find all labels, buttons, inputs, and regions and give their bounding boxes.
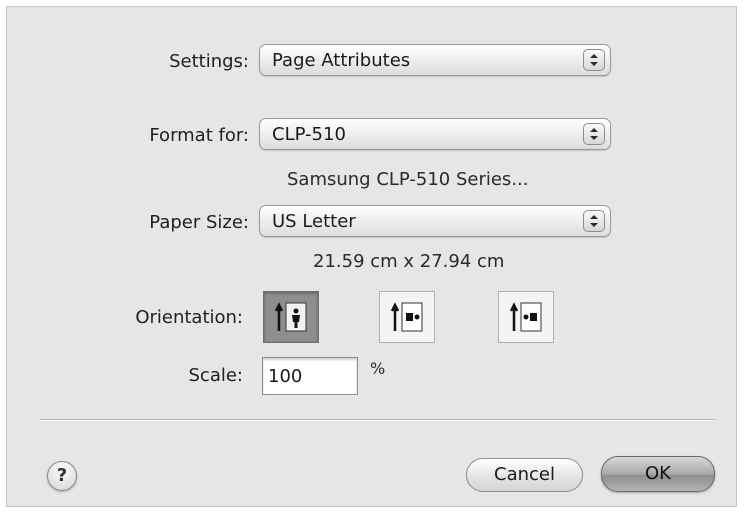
help-button[interactable]: ? xyxy=(47,461,77,491)
format-for-popup[interactable]: CLP-510 xyxy=(259,118,611,150)
format-for-popup-arrows-icon xyxy=(583,123,605,145)
cancel-button[interactable]: Cancel xyxy=(466,458,583,492)
landscape-right-orientation-button[interactable] xyxy=(498,291,554,343)
scale-input[interactable] xyxy=(262,357,358,395)
settings-value: Page Attributes xyxy=(272,50,411,71)
paper-dimensions: 21.59 cm x 27.94 cm xyxy=(313,251,505,272)
scale-unit: % xyxy=(370,359,386,378)
landscape-left-orientation-button[interactable] xyxy=(379,291,435,343)
format-for-label: Format for: xyxy=(149,125,249,146)
format-for-value: CLP-510 xyxy=(272,124,346,145)
settings-popup-arrows-icon xyxy=(583,49,605,71)
landscape-right-orientation-icon xyxy=(509,302,542,332)
settings-popup[interactable]: Page Attributes xyxy=(259,44,611,76)
paper-size-popup-arrows-icon xyxy=(583,210,605,232)
paper-size-popup[interactable]: US Letter xyxy=(259,205,611,237)
portrait-orientation-button[interactable] xyxy=(263,291,319,343)
paper-size-value: US Letter xyxy=(272,211,356,232)
landscape-left-orientation-icon xyxy=(390,302,423,332)
ok-button[interactable]: OK xyxy=(601,456,715,492)
settings-label: Settings: xyxy=(169,51,249,72)
page-setup-dialog: Settings: Page Attributes Format for: CL… xyxy=(6,6,737,507)
scale-label: Scale: xyxy=(188,365,244,386)
printer-description: Samsung CLP-510 Series... xyxy=(287,169,529,190)
divider xyxy=(39,419,715,421)
portrait-orientation-icon xyxy=(274,302,307,332)
orientation-label: Orientation: xyxy=(135,307,243,328)
paper-size-label: Paper Size: xyxy=(149,212,249,233)
